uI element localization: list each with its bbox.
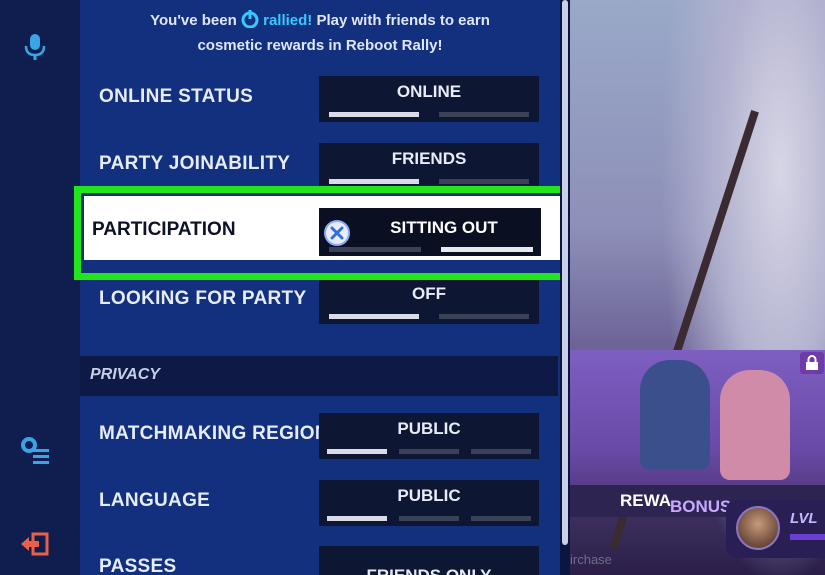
scrollbar-thumb[interactable]: [562, 0, 568, 545]
party-joinability-selector[interactable]: FRIENDS: [319, 143, 539, 189]
option-segment: [327, 516, 387, 521]
setting-value: PUBLIC: [397, 419, 461, 438]
party-settings-panel: You've been rallied! Play with friends t…: [80, 0, 560, 575]
option-segment: [439, 314, 529, 319]
avatar: [736, 506, 780, 550]
matchmaking-region-selector[interactable]: PUBLIC: [319, 413, 539, 459]
setting-value: ONLINE: [396, 82, 462, 101]
setting-party-joinability[interactable]: PARTY JOINABILITY FRIENDS: [80, 135, 560, 193]
setting-label: MATCHMAKING REGION: [99, 423, 329, 444]
bonus-word: BONUS: [670, 497, 732, 516]
bonus-rewards-card[interactable]: BONUS REWA: [570, 350, 825, 517]
looking-for-party-selector[interactable]: OFF: [319, 278, 539, 324]
privacy-section-header: PRIVACY: [80, 356, 558, 396]
option-segment: [329, 179, 419, 184]
option-segment: [439, 179, 529, 184]
character-art: BONUS REWA irchase LVL: [570, 0, 825, 575]
banner-rallied: rallied!: [263, 12, 313, 29]
purchase-text: irchase: [570, 552, 612, 567]
option-segment: [471, 449, 531, 454]
setting-label: PARTY JOINABILITY: [99, 153, 291, 174]
level-label: LVL: [790, 510, 818, 527]
lock-icon: [800, 352, 824, 374]
option-segment: [439, 112, 529, 117]
setting-value: PUBLIC: [397, 486, 461, 505]
rally-icon: [241, 10, 259, 35]
bonus-rewards-label: BONUS REWA: [620, 491, 731, 516]
setting-passes[interactable]: PASSES FRIENDS ONLY: [80, 538, 560, 575]
microphone-icon[interactable]: [18, 30, 52, 64]
level-progress-bar: [790, 534, 825, 540]
online-status-selector[interactable]: ONLINE: [319, 76, 539, 122]
setting-label: LOOKING FOR PARTY: [99, 288, 307, 309]
level-badge[interactable]: LVL: [726, 500, 825, 558]
left-rail: [0, 0, 80, 575]
rewards-word: REWA: [620, 491, 671, 510]
option-segment: [471, 516, 531, 521]
setting-label: PASSES: [99, 556, 177, 575]
setting-value: FRIENDS: [391, 149, 467, 168]
language-selector[interactable]: PUBLIC: [319, 480, 539, 526]
option-segment: [399, 449, 459, 454]
character-portrait: [640, 360, 710, 470]
privacy-title: PRIVACY: [90, 366, 160, 383]
banner-line1-rest: Play with friends to earn: [316, 12, 490, 29]
passes-selector[interactable]: FRIENDS ONLY: [319, 546, 539, 575]
option-segment: [399, 516, 459, 521]
option-segment: [329, 112, 419, 117]
option-segment: [329, 314, 419, 319]
banner-line2: cosmetic rewards in Reboot Rally!: [197, 37, 443, 54]
setting-matchmaking-region[interactable]: MATCHMAKING REGION PUBLIC: [80, 405, 560, 463]
setting-language[interactable]: LANGUAGE PUBLIC: [80, 472, 560, 530]
rally-banner: You've been rallied! Play with friends t…: [80, 10, 560, 57]
settings-list-icon[interactable]: [18, 433, 52, 467]
option-segment: [327, 449, 387, 454]
setting-value: FRIENDS ONLY: [319, 566, 539, 575]
exit-icon[interactable]: [18, 527, 52, 561]
setting-value: OFF: [412, 284, 446, 303]
highlight-outline: [74, 186, 576, 280]
scrollbar[interactable]: [560, 0, 570, 575]
setting-label: LANGUAGE: [99, 490, 211, 511]
banner-prefix: You've been: [150, 12, 237, 29]
setting-online-status[interactable]: ONLINE STATUS ONLINE: [80, 68, 560, 126]
setting-label: ONLINE STATUS: [99, 86, 254, 107]
character-portrait: [720, 370, 790, 480]
